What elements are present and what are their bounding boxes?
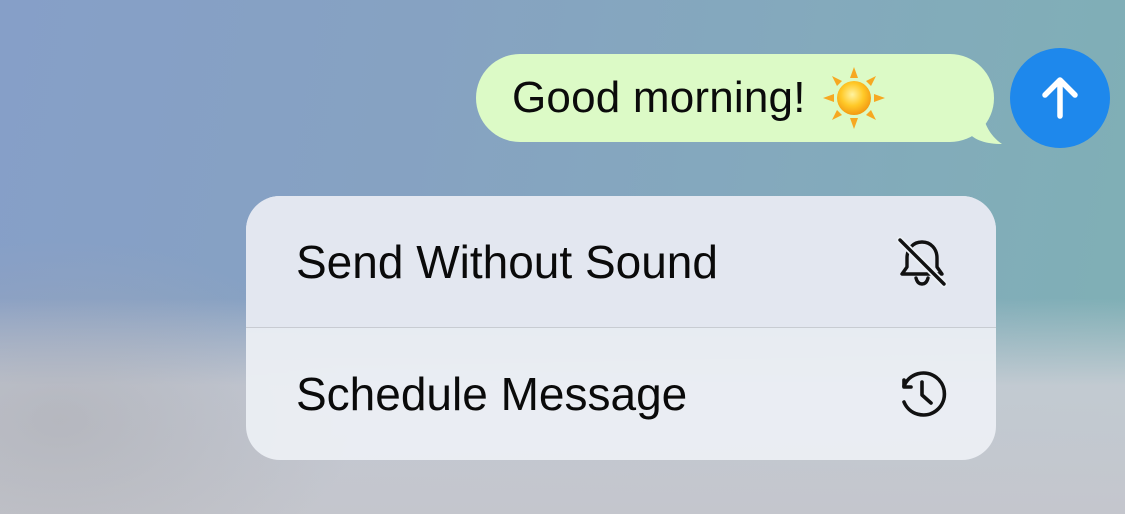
bell-slash-icon [894, 234, 950, 290]
clock-icon [894, 366, 950, 422]
arrow-up-icon [1042, 77, 1078, 119]
menu-item-label: Schedule Message [296, 367, 688, 420]
bubble-tail [968, 104, 1002, 144]
sun-emoji-icon [822, 66, 886, 130]
menu-item-schedule-message[interactable]: Schedule Message [246, 328, 996, 459]
send-options-menu: Send Without Sound Schedule Message [246, 196, 996, 460]
message-text: Good morning! [512, 73, 806, 122]
menu-item-label: Send Without Sound [296, 235, 718, 288]
message-bubble-body: Good morning! [476, 54, 994, 142]
menu-item-send-without-sound[interactable]: Send Without Sound [246, 196, 996, 327]
send-button[interactable] [1010, 48, 1110, 148]
message-bubble: Good morning! [476, 54, 1008, 144]
